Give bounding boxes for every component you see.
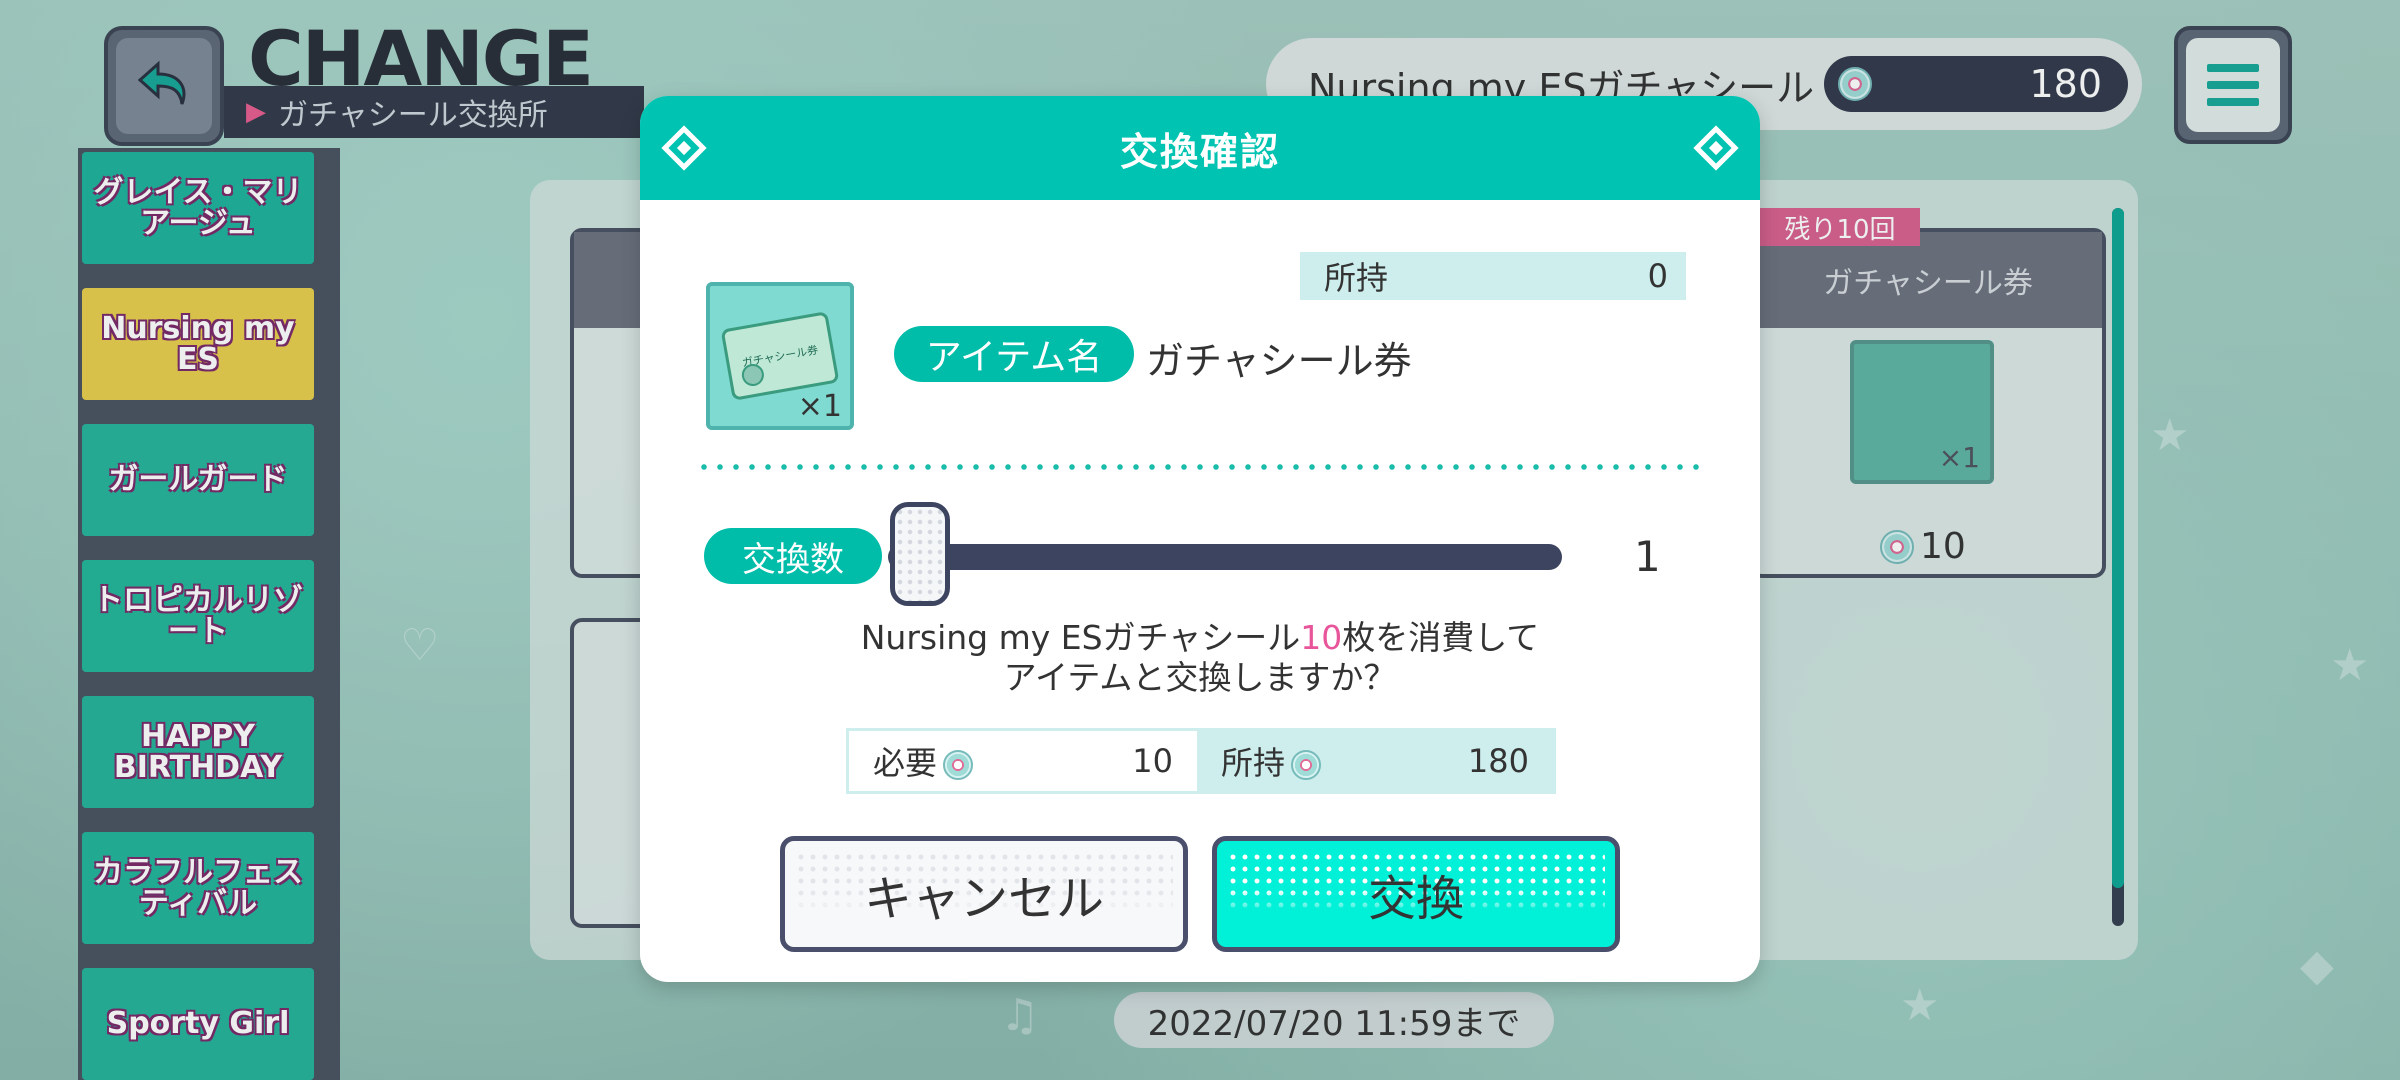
owned-label: 所持 bbox=[1324, 259, 1389, 297]
quantity-label: 交換数 bbox=[704, 528, 882, 584]
exchange-button[interactable]: 交換 bbox=[1212, 836, 1620, 952]
quantity-value: 1 bbox=[1634, 532, 1661, 581]
dialog-title: 交換確認 bbox=[1119, 129, 1280, 174]
have-value: 180 bbox=[1467, 742, 1529, 780]
exchange-button-label: 交換 bbox=[1367, 871, 1464, 927]
have-amount: 所持 180 bbox=[1197, 731, 1553, 791]
sticker-coin-icon bbox=[1291, 750, 1322, 780]
dotted-divider bbox=[696, 464, 1708, 470]
required-cost: 必要 10 bbox=[849, 731, 1197, 791]
message-part2: 枚を消費して bbox=[1342, 618, 1540, 657]
dialog-header: 交換確認 bbox=[640, 96, 1760, 200]
quantity-slider-handle[interactable] bbox=[890, 502, 950, 606]
cancel-button-label: キャンセル bbox=[863, 871, 1104, 927]
item-name: ガチャシール券 bbox=[1146, 339, 1412, 383]
item-icon: ガチャシール券 ×1 bbox=[706, 282, 854, 430]
ticket-icon: ガチャシール券 bbox=[720, 311, 840, 401]
confirm-message: Nursing my ESガチャシール10枚を消費して アイテムと交換しますか？ bbox=[640, 618, 1760, 698]
sticker-coin-icon bbox=[943, 750, 974, 780]
have-label: 所持 bbox=[1221, 744, 1286, 782]
owned-count: 所持 0 bbox=[1300, 252, 1686, 300]
item-qty: ×1 bbox=[797, 389, 842, 424]
message-line2: アイテムと交換しますか？ bbox=[1003, 658, 1397, 697]
diamond-icon bbox=[1693, 125, 1739, 171]
item-name-label: アイテム名 bbox=[894, 326, 1134, 382]
owned-value: 0 bbox=[1647, 257, 1668, 295]
diamond-icon bbox=[661, 125, 707, 171]
message-part1: Nursing my ESガチャシール bbox=[860, 618, 1301, 657]
required-label: 必要 bbox=[873, 744, 938, 782]
quantity-slider-track[interactable] bbox=[888, 544, 1562, 570]
required-value: 10 bbox=[1132, 742, 1173, 780]
cancel-button[interactable]: キャンセル bbox=[780, 836, 1188, 952]
cost-summary: 必要 10 所持 180 bbox=[846, 728, 1556, 794]
exchange-confirm-dialog: 交換確認 所持 0 ガチャシール券 ×1 アイテム名 ガチャシール券 交換数 1… bbox=[640, 96, 1760, 982]
message-highlight: 10 bbox=[1300, 618, 1343, 657]
